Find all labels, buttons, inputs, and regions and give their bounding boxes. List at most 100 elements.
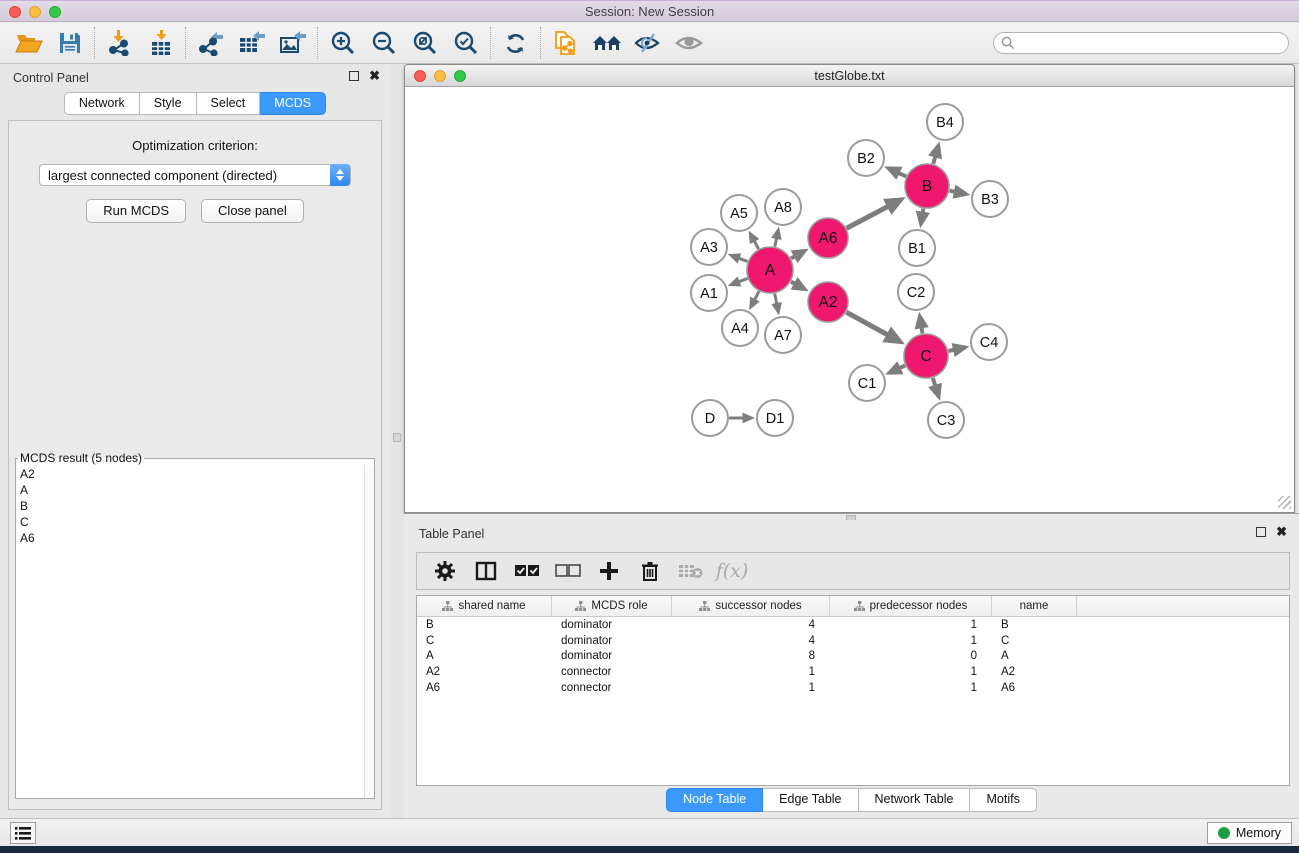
column-header-shared-name[interactable]: shared name (417, 596, 552, 616)
export-image-button[interactable] (272, 26, 313, 60)
tab-edge-table[interactable]: Edge Table (763, 788, 858, 812)
edge-C-C4[interactable] (948, 350, 954, 351)
edge-B-B4[interactable] (933, 156, 935, 164)
delete-table-button[interactable] (675, 556, 707, 586)
node-B3[interactable]: B3 (972, 181, 1008, 217)
table-options-button[interactable] (429, 556, 461, 586)
node-A1[interactable]: A1 (691, 275, 727, 311)
node-C4[interactable]: C4 (971, 324, 1007, 360)
tab-select[interactable]: Select (197, 92, 261, 115)
column-header-successor-nodes[interactable]: successor nodes (672, 596, 830, 616)
edge-A2-C[interactable] (846, 312, 888, 335)
table-row[interactable]: Bdominator41B (417, 617, 1289, 633)
edge-A-A4[interactable] (754, 291, 759, 300)
tab-network[interactable]: Network (64, 92, 140, 115)
mcds-result-item[interactable]: A (16, 482, 364, 498)
tab-style[interactable]: Style (140, 92, 197, 115)
node-A5[interactable]: A5 (721, 195, 757, 231)
node-A2[interactable]: A2 (808, 282, 848, 322)
edge-A-A1[interactable] (738, 278, 747, 281)
edge-B-B1[interactable] (923, 209, 924, 214)
memory-button[interactable]: Memory (1207, 822, 1292, 844)
edge-A-A5[interactable] (754, 241, 759, 249)
zoom-selected-button[interactable] (445, 26, 486, 60)
table-row[interactable]: A2connector11A2 (417, 664, 1289, 680)
zoom-fit-button[interactable] (404, 26, 445, 60)
search-input[interactable] (1015, 34, 1288, 52)
node-D[interactable]: D (692, 400, 728, 436)
float-panel-icon[interactable] (349, 71, 359, 81)
edge-A-A6[interactable] (791, 256, 795, 258)
edge-C-C1[interactable] (899, 366, 905, 369)
deselect-all-columns-button[interactable] (552, 556, 584, 586)
edge-A6-B[interactable] (847, 206, 889, 228)
vertical-splitter[interactable] (390, 64, 404, 818)
mcds-result-item[interactable]: A6 (16, 530, 364, 546)
node-B1[interactable]: B1 (899, 230, 935, 266)
table-row[interactable]: A6connector11A6 (417, 680, 1289, 696)
tab-node-table[interactable]: Node Table (666, 788, 763, 812)
edge-B-B2[interactable] (898, 173, 906, 177)
mcds-result-item[interactable]: A2 (16, 466, 364, 482)
edge-C-C2[interactable] (921, 327, 922, 333)
network-canvas[interactable]: B4B2BB3A8A5A6A3B1AA1C2A2A4A7C4CC1C3DD1 (406, 87, 1293, 511)
select-all-columns-button[interactable] (511, 556, 543, 586)
float-panel-icon[interactable] (1256, 527, 1266, 537)
node-A6[interactable]: A6 (808, 218, 848, 258)
edge-A-A7[interactable] (775, 294, 777, 305)
column-header-predecessor-nodes[interactable]: predecessor nodes (830, 596, 992, 616)
tab-motifs[interactable]: Motifs (970, 788, 1036, 812)
table-row[interactable]: Cdominator41C (417, 633, 1289, 649)
home-button[interactable] (586, 26, 627, 60)
node-A[interactable]: A (747, 247, 793, 293)
node-C[interactable]: C (904, 334, 948, 378)
edge-A-A2[interactable] (791, 282, 795, 284)
splitter-handle[interactable] (393, 433, 401, 442)
delete-column-button[interactable] (634, 556, 666, 586)
node-D1[interactable]: D1 (757, 400, 793, 436)
column-header-name[interactable]: name (992, 596, 1077, 616)
export-table-button[interactable] (231, 26, 272, 60)
node-B2[interactable]: B2 (848, 140, 884, 176)
node-A4[interactable]: A4 (722, 310, 758, 346)
run-mcds-button[interactable]: Run MCDS (86, 199, 186, 223)
tab-network-table[interactable]: Network Table (859, 788, 971, 812)
horizontal-splitter[interactable] (404, 513, 1299, 520)
node-A7[interactable]: A7 (765, 317, 801, 353)
edge-A-A3[interactable] (738, 258, 747, 261)
function-builder-button[interactable]: f(x) (716, 556, 748, 586)
edge-B-B3[interactable] (950, 191, 956, 192)
table-row[interactable]: Adominator80A (417, 649, 1289, 665)
node-C2[interactable]: C2 (898, 274, 934, 310)
edge-C-C3[interactable] (933, 378, 936, 386)
zoom-in-button[interactable] (322, 26, 363, 60)
optimization-criterion-select[interactable]: largest connected component (directed) (39, 164, 351, 186)
mcds-result-item[interactable]: C (16, 514, 364, 530)
node-A8[interactable]: A8 (765, 189, 801, 225)
show-panels-button[interactable] (10, 822, 36, 844)
mcds-result-item[interactable]: B (16, 498, 364, 514)
open-session-button[interactable] (8, 26, 49, 60)
node-B[interactable]: B (905, 164, 949, 208)
create-column-button[interactable] (593, 556, 625, 586)
resize-grip-icon[interactable] (1278, 496, 1291, 509)
show-column-button[interactable] (470, 556, 502, 586)
edge-A-A8[interactable] (775, 238, 777, 247)
node-C1[interactable]: C1 (849, 365, 885, 401)
close-panel-icon[interactable]: ✖ (1276, 526, 1287, 538)
node-A3[interactable]: A3 (691, 229, 727, 265)
import-table-button[interactable] (140, 26, 181, 60)
column-header-mcds-role[interactable]: MCDS role (552, 596, 672, 616)
export-network-button[interactable] (190, 26, 231, 60)
refresh-button[interactable] (495, 26, 536, 60)
search-field[interactable] (993, 32, 1289, 54)
mcds-list-scrollbar[interactable] (364, 465, 374, 798)
save-session-button[interactable] (49, 26, 90, 60)
show-graphics-button[interactable] (668, 26, 709, 60)
hide-graphics-button[interactable] (627, 26, 668, 60)
import-network-button[interactable] (99, 26, 140, 60)
close-panel-button[interactable]: Close panel (201, 199, 304, 223)
node-B4[interactable]: B4 (927, 104, 963, 140)
zoom-out-button[interactable] (363, 26, 404, 60)
tab-mcds[interactable]: MCDS (260, 92, 326, 115)
